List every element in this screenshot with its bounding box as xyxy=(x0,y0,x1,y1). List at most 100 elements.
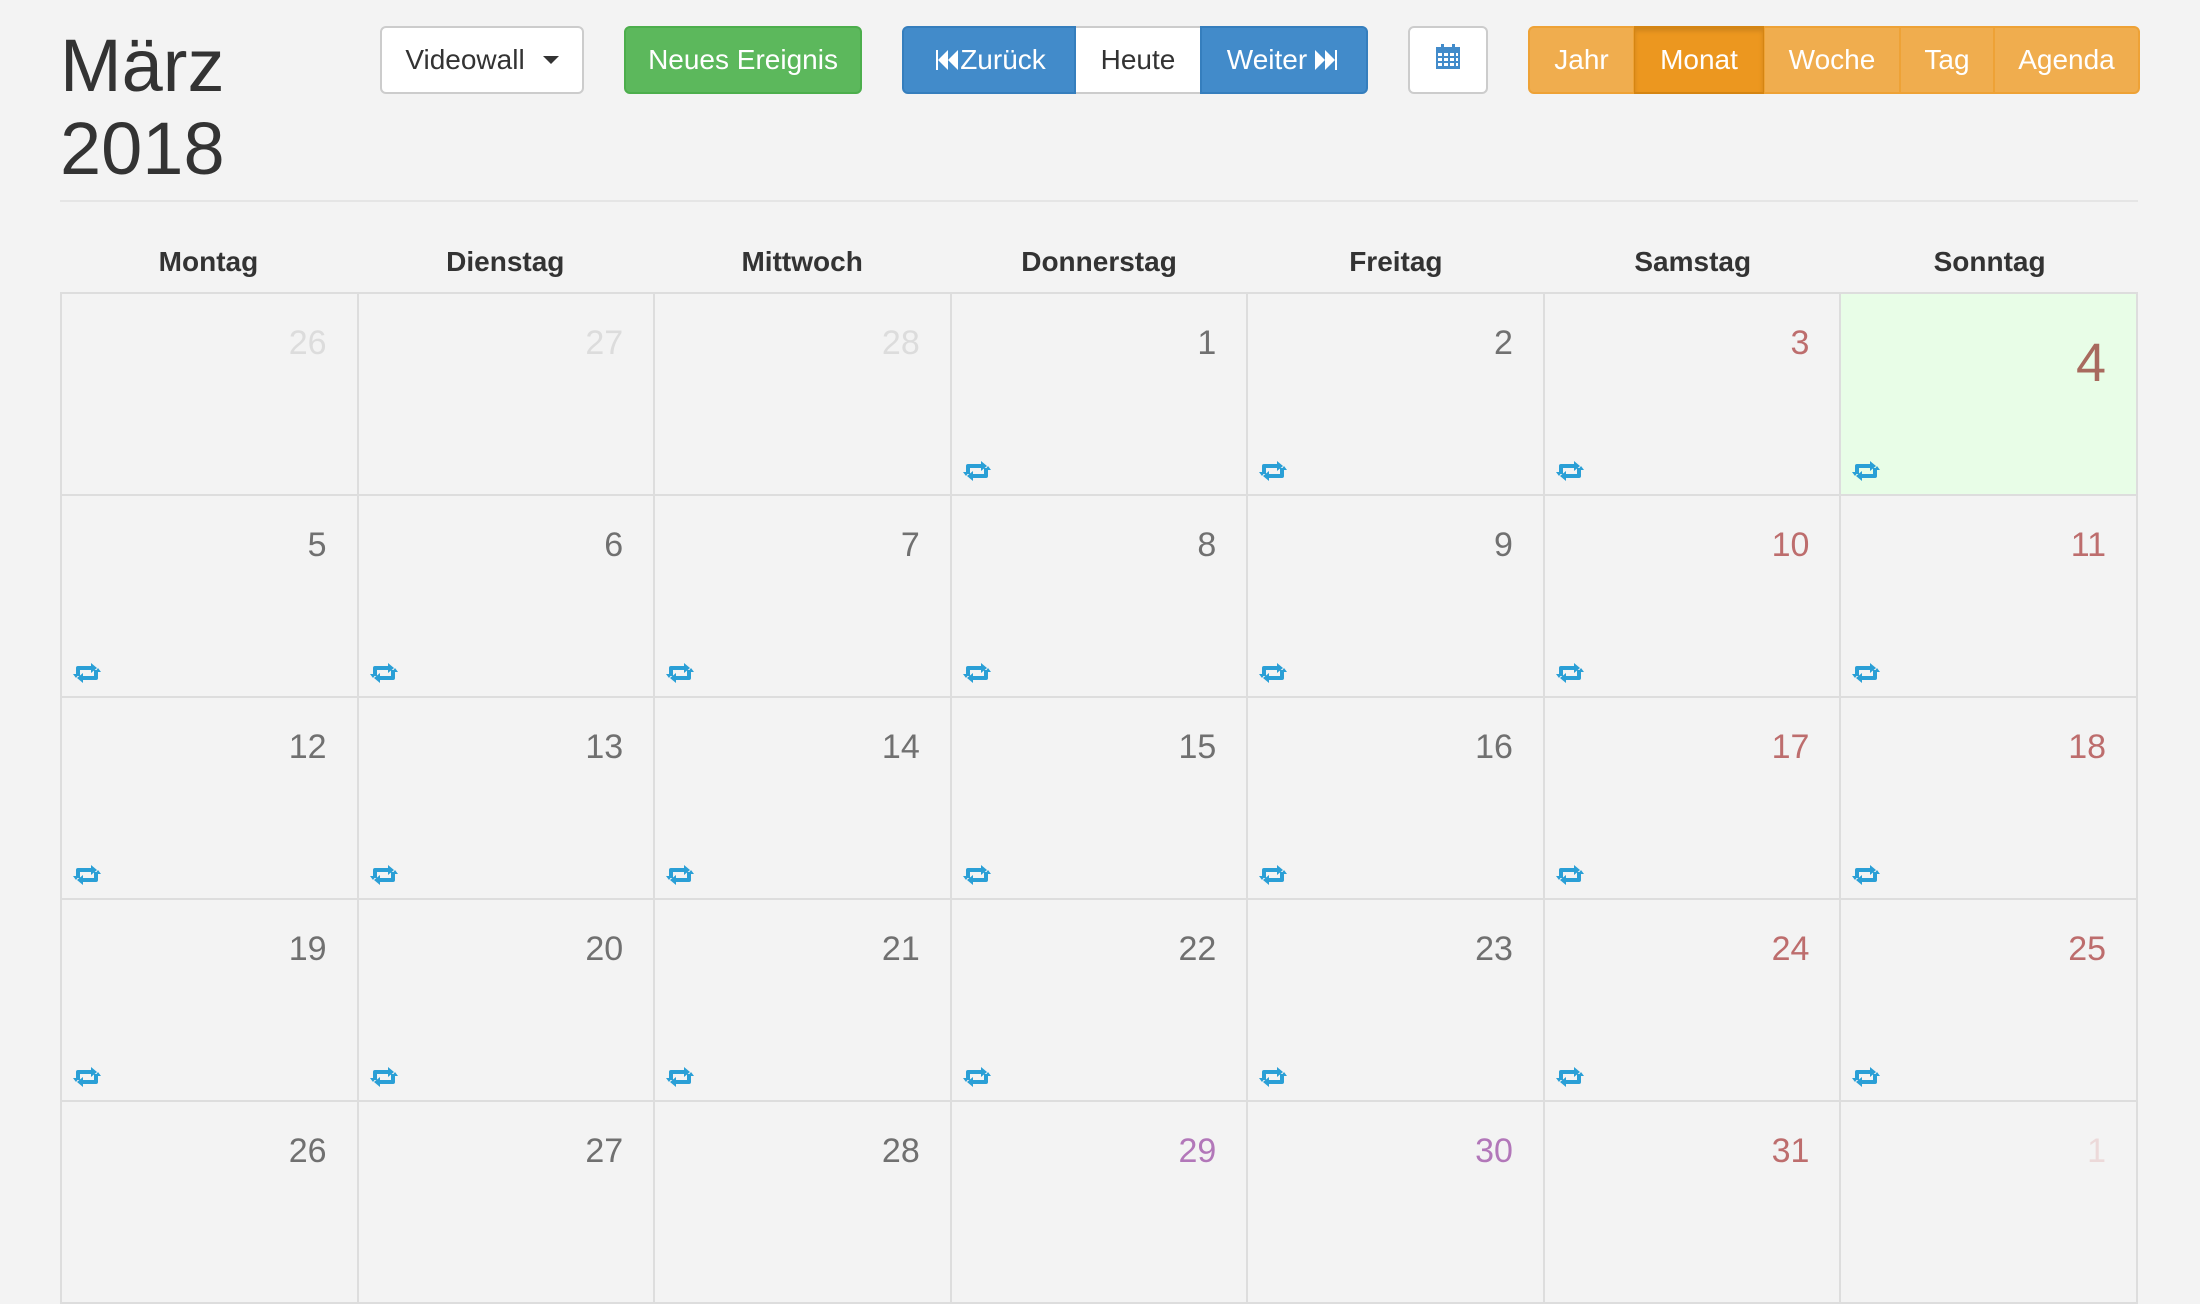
recurring-event-icon[interactable] xyxy=(1851,662,1881,686)
day-number[interactable]: 20 xyxy=(585,930,623,969)
recurring-event-icon[interactable] xyxy=(72,1066,102,1090)
recurring-event-icon[interactable] xyxy=(1258,460,1288,484)
recurring-event-icon[interactable] xyxy=(1851,864,1881,888)
day-cell[interactable]: 27 xyxy=(358,294,656,496)
day-number[interactable]: 13 xyxy=(585,728,623,767)
day-cell[interactable]: 28 xyxy=(655,1102,952,1304)
day-cell[interactable]: 16 xyxy=(1248,698,1545,900)
day-cell[interactable]: 24 xyxy=(1544,900,1842,1102)
day-number[interactable]: 19 xyxy=(289,930,327,969)
day-cell[interactable]: 5 xyxy=(62,496,359,698)
day-cell[interactable]: 10 xyxy=(1544,496,1842,698)
day-cell[interactable]: 1 xyxy=(951,294,1249,496)
today-button[interactable]: Heute xyxy=(1076,26,1200,94)
recurring-event-icon[interactable] xyxy=(369,662,399,686)
next-button[interactable]: Weiter xyxy=(1200,26,1368,94)
day-cell[interactable]: 2 xyxy=(1248,294,1545,496)
day-number[interactable]: 28 xyxy=(882,324,920,363)
day-cell[interactable]: 28 xyxy=(655,294,952,496)
day-number[interactable]: 1 xyxy=(1197,324,1216,363)
recurring-event-icon[interactable] xyxy=(1555,460,1585,484)
day-cell[interactable]: 3 xyxy=(1544,294,1842,496)
day-cell[interactable]: 11 xyxy=(1841,496,2139,698)
day-number[interactable]: 2 xyxy=(1494,324,1513,363)
recurring-event-icon[interactable] xyxy=(1258,864,1288,888)
datepicker-button[interactable] xyxy=(1408,26,1488,94)
recurring-event-icon[interactable] xyxy=(1555,662,1585,686)
prev-button[interactable]: Zurück xyxy=(902,26,1076,94)
day-cell[interactable]: 7 xyxy=(655,496,952,698)
day-number[interactable]: 1 xyxy=(2087,1132,2106,1171)
day-cell[interactable]: 25 xyxy=(1841,900,2139,1102)
recurring-event-icon[interactable] xyxy=(1555,864,1585,888)
day-number[interactable]: 10 xyxy=(1772,526,1810,565)
day-number[interactable]: 27 xyxy=(585,1132,623,1171)
day-number[interactable]: 23 xyxy=(1475,930,1513,969)
day-cell[interactable]: 19 xyxy=(62,900,359,1102)
day-cell[interactable]: 14 xyxy=(655,698,952,900)
day-cell[interactable]: 13 xyxy=(358,698,656,900)
day-number[interactable]: 30 xyxy=(1475,1132,1513,1171)
day-number[interactable]: 12 xyxy=(289,728,327,767)
day-cell[interactable]: 9 xyxy=(1248,496,1545,698)
day-cell[interactable]: 31 xyxy=(1544,1102,1842,1304)
day-cell[interactable]: 26 xyxy=(62,294,359,496)
day-number[interactable]: 15 xyxy=(1178,728,1216,767)
day-number[interactable]: 17 xyxy=(1772,728,1810,767)
day-number[interactable]: 27 xyxy=(585,324,623,363)
day-cell[interactable]: 29 xyxy=(951,1102,1249,1304)
day-cell[interactable]: 6 xyxy=(358,496,656,698)
recurring-event-icon[interactable] xyxy=(962,460,992,484)
day-number[interactable]: 31 xyxy=(1772,1132,1810,1171)
day-cell[interactable]: 8 xyxy=(951,496,1249,698)
recurring-event-icon[interactable] xyxy=(962,1066,992,1090)
day-number[interactable]: 29 xyxy=(1178,1132,1216,1171)
view-month-button[interactable]: Monat xyxy=(1634,26,1764,94)
recurring-event-icon[interactable] xyxy=(665,864,695,888)
day-cell[interactable]: 30 xyxy=(1248,1102,1545,1304)
calendar-select-dropdown[interactable]: Videowall xyxy=(380,26,584,94)
day-number[interactable]: 11 xyxy=(2071,526,2106,565)
day-number[interactable]: 21 xyxy=(882,930,920,969)
day-cell[interactable]: 12 xyxy=(62,698,359,900)
day-number[interactable]: 28 xyxy=(882,1132,920,1171)
day-number[interactable]: 8 xyxy=(1197,526,1216,565)
day-number[interactable]: 5 xyxy=(308,526,327,565)
day-number[interactable]: 14 xyxy=(882,728,920,767)
recurring-event-icon[interactable] xyxy=(369,1066,399,1090)
day-cell[interactable]: 26 xyxy=(62,1102,359,1304)
day-number[interactable]: 3 xyxy=(1791,324,1810,363)
recurring-event-icon[interactable] xyxy=(962,864,992,888)
day-cell[interactable]: 21 xyxy=(655,900,952,1102)
day-cell[interactable]: 18 xyxy=(1841,698,2139,900)
recurring-event-icon[interactable] xyxy=(665,662,695,686)
recurring-event-icon[interactable] xyxy=(962,662,992,686)
recurring-event-icon[interactable] xyxy=(72,662,102,686)
day-cell[interactable]: 20 xyxy=(358,900,656,1102)
day-number[interactable]: 4 xyxy=(2076,332,2106,394)
new-event-button[interactable]: Neues Ereignis xyxy=(624,26,862,94)
recurring-event-icon[interactable] xyxy=(1851,1066,1881,1090)
recurring-event-icon[interactable] xyxy=(1555,1066,1585,1090)
day-number[interactable]: 26 xyxy=(289,1132,327,1171)
day-cell[interactable]: 27 xyxy=(358,1102,656,1304)
recurring-event-icon[interactable] xyxy=(72,864,102,888)
day-cell[interactable]: 4 xyxy=(1841,294,2139,496)
view-year-button[interactable]: Jahr xyxy=(1528,26,1634,94)
recurring-event-icon[interactable] xyxy=(1258,662,1288,686)
view-week-button[interactable]: Woche xyxy=(1764,26,1900,94)
day-number[interactable]: 16 xyxy=(1475,728,1513,767)
recurring-event-icon[interactable] xyxy=(369,864,399,888)
day-number[interactable]: 7 xyxy=(901,526,920,565)
view-agenda-button[interactable]: Agenda xyxy=(1994,26,2140,94)
recurring-event-icon[interactable] xyxy=(665,1066,695,1090)
day-cell[interactable]: 1 xyxy=(1841,1102,2139,1304)
day-number[interactable]: 26 xyxy=(289,324,327,363)
day-number[interactable]: 22 xyxy=(1178,930,1216,969)
day-number[interactable]: 9 xyxy=(1494,526,1513,565)
day-cell[interactable]: 17 xyxy=(1544,698,1842,900)
day-cell[interactable]: 23 xyxy=(1248,900,1545,1102)
day-cell[interactable]: 22 xyxy=(951,900,1249,1102)
recurring-event-icon[interactable] xyxy=(1258,1066,1288,1090)
day-number[interactable]: 18 xyxy=(2068,728,2106,767)
